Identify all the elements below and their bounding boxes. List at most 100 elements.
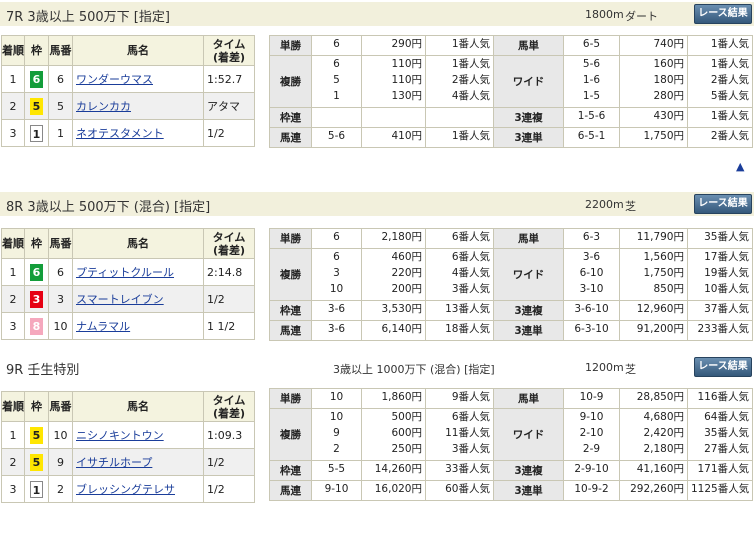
horse-number: 10 xyxy=(48,312,73,340)
payout-amount: 28,850円 xyxy=(636,391,684,403)
horse-name-link[interactable]: ワンダーウマス xyxy=(73,73,153,86)
payout-combo: 10-9 xyxy=(579,391,604,403)
payout-label-umatan: 馬単 xyxy=(493,388,564,409)
payout-combo: 6-3 xyxy=(582,231,601,243)
race-distance: 1200m xyxy=(585,361,624,374)
race-result-button[interactable]: レース結果 xyxy=(694,357,752,377)
payout-row: 枠連 5-5 14,260円 33番人気 3連複 2-9-10 41,160円 … xyxy=(269,460,753,481)
payout-label-fukusho: 複勝 xyxy=(269,248,312,301)
waku-badge: 5 xyxy=(30,426,43,444)
payout-amount: 200円 xyxy=(391,283,422,295)
payout-amount: 110円 xyxy=(391,74,422,86)
payout-amount: 290円 xyxy=(391,38,422,50)
payout-label-fukusho: 複勝 xyxy=(269,408,312,461)
payout-popularity: 64番人気 xyxy=(704,411,749,423)
payout-amount: 91,200円 xyxy=(636,323,684,335)
payout-amount: 16,020円 xyxy=(374,483,422,495)
payout-combo: 6-10 xyxy=(579,267,604,279)
payout-amount: 110円 xyxy=(391,58,422,70)
payout-popularity: 1番人気 xyxy=(451,58,490,70)
payout-combo: 1-5-6 xyxy=(577,110,606,122)
payout-row: 枠連 3連複 1-5-6 430円 1番人気 xyxy=(269,107,753,128)
payout-popularity: 11番人気 xyxy=(445,427,490,439)
payout-amount: 3,530円 xyxy=(381,303,422,315)
payout-row: 単勝 10 1,860円 9番人気 馬単 10-9 28,850円 116番人気 xyxy=(269,388,753,409)
waku-badge: 6 xyxy=(30,263,43,281)
payout-label-fukusho: 複勝 xyxy=(269,55,312,108)
finish-time: 2:14.8 xyxy=(203,258,255,286)
col-time: タイム (着差) xyxy=(203,228,255,259)
payout-popularity: 2番人気 xyxy=(451,74,490,86)
waku-badge: 5 xyxy=(30,453,43,471)
payout-row: 馬連 9-10 16,020円 60番人気 3連単 10-9-2 292,260… xyxy=(269,480,753,501)
horse-name-link[interactable]: ネオテスタメント xyxy=(73,127,164,140)
col-umaban: 馬番 xyxy=(48,228,73,259)
payout-amount: 41,160円 xyxy=(636,463,684,475)
payout-combo: 3 xyxy=(333,267,340,279)
payout-amount: 160円 xyxy=(653,58,684,70)
col-bamei: 馬名 xyxy=(72,391,204,422)
payout-label-wakuren: 枠連 xyxy=(269,460,312,481)
payout-popularity: 171番人気 xyxy=(697,463,749,475)
race-surface: 芝 xyxy=(625,200,636,213)
horse-name-link[interactable]: ナムラマル xyxy=(73,320,130,333)
payout-label-sanrentan: 3連単 xyxy=(493,127,564,148)
finish-position: 1 xyxy=(1,258,25,286)
payout-label-wakuren: 枠連 xyxy=(269,300,312,321)
race-result-button[interactable]: レース結果 xyxy=(694,4,752,24)
payout-combo: 3-6-10 xyxy=(574,303,609,315)
payout-popularity: 116番人気 xyxy=(697,391,749,403)
payout-amount: 1,860円 xyxy=(381,391,422,403)
col-chakujun: 着順 xyxy=(1,391,25,422)
payout-combo: 6 xyxy=(333,251,340,263)
payout-row: 複勝 6 5 1 110円 110円 130円 1番人気 2番人気 4番人気 ワイド 5-6… xyxy=(269,55,753,108)
payout-amount: 14,260円 xyxy=(374,463,422,475)
payout-amount: 292,260円 xyxy=(630,483,684,495)
payout-combo: 1-5 xyxy=(582,90,601,102)
payout-popularity: 18番人気 xyxy=(445,323,490,335)
payout-combo: 10-9-2 xyxy=(574,483,609,495)
payout-amount: 2,180円 xyxy=(381,231,422,243)
col-chakujun: 着順 xyxy=(1,35,25,66)
payout-combo: 3-10 xyxy=(579,283,604,295)
finish-position: 2 xyxy=(1,448,25,476)
payout-combo: 2 xyxy=(333,443,340,455)
results-header-row: 着順 枠 馬番 馬名 タイム (着差) xyxy=(1,35,255,66)
col-chakujun: 着順 xyxy=(1,228,25,259)
payout-label-umaren: 馬連 xyxy=(269,320,312,341)
results-header-row: 着順 枠 馬番 馬名 タイム (着差) xyxy=(1,228,255,259)
horse-name-link[interactable]: ニシノキントウン xyxy=(73,429,164,442)
finish-time: 1:09.3 xyxy=(203,421,255,449)
table-row: 2 5 5 カレンカカ アタマ xyxy=(1,92,255,120)
payout-amount: 1,750円 xyxy=(643,130,684,142)
race-distance: 2200m xyxy=(585,198,624,211)
col-waku: 枠 xyxy=(24,35,49,66)
col-waku: 枠 xyxy=(24,391,49,422)
finish-position: 2 xyxy=(1,92,25,120)
payout-amount: 280円 xyxy=(653,90,684,102)
payout-row: 枠連 3-6 3,530円 13番人気 3連複 3-6-10 12,960円 3… xyxy=(269,300,753,321)
table-row: 2 5 9 イサチルホープ 1/2 xyxy=(1,448,255,476)
horse-name-link[interactable]: カレンカカ xyxy=(73,100,131,113)
race-result-button[interactable]: レース結果 xyxy=(694,194,752,214)
payout-popularity: 1番人気 xyxy=(710,110,749,122)
payout-popularity: 33番人気 xyxy=(445,463,490,475)
horse-name-link[interactable]: イサチルホープ xyxy=(73,456,152,469)
horse-name-link[interactable]: スマートレイブン xyxy=(73,293,164,306)
payout-label-umatan: 馬単 xyxy=(493,35,564,56)
payout-combo: 9-10 xyxy=(579,411,604,423)
horse-name-link[interactable]: ブレッシングテレサ xyxy=(73,483,175,496)
payout-label-tansho: 単勝 xyxy=(269,388,312,409)
back-to-top-icon[interactable]: ▲ xyxy=(736,161,748,172)
horse-number: 6 xyxy=(48,65,73,93)
payout-amount: 220円 xyxy=(391,267,422,279)
horse-name-link[interactable]: プティットクルール xyxy=(73,266,174,279)
payout-popularity: 1番人気 xyxy=(710,58,749,70)
payout-combo: 6-3-10 xyxy=(574,323,609,335)
payout-amount xyxy=(365,108,422,124)
payout-combo: 5-5 xyxy=(327,463,346,475)
finish-position: 3 xyxy=(1,119,25,147)
race-header: 7R 3歳以上 500万下 [指定] 1800m ダート レース結果 xyxy=(0,2,754,26)
payout-popularity: 27番人気 xyxy=(704,443,749,455)
finish-margin: アタマ xyxy=(203,92,255,120)
